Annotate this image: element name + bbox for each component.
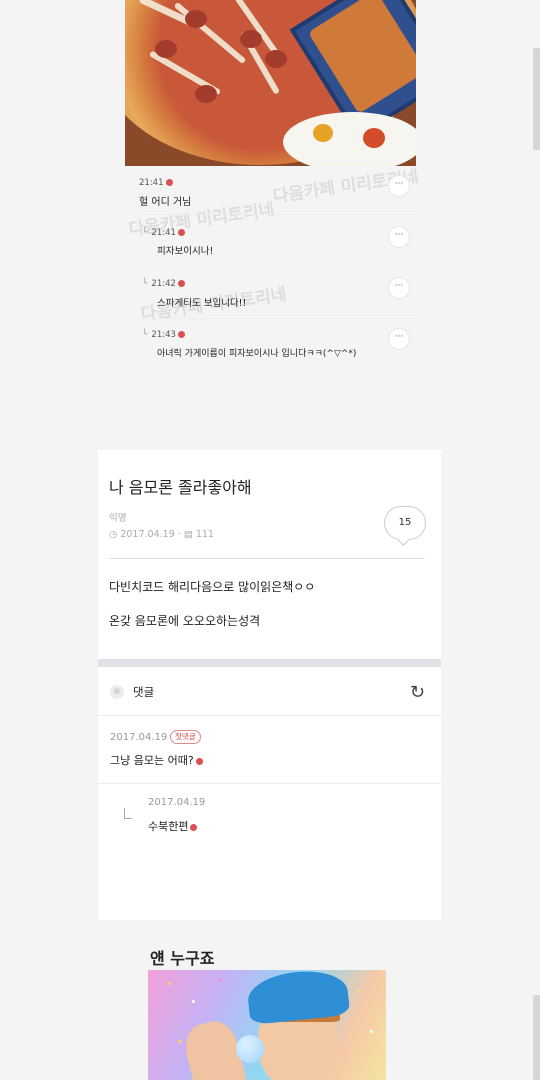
new-icon	[165, 179, 173, 186]
views-icon: ▤	[183, 529, 193, 540]
comment-time: 21:41	[139, 178, 164, 188]
reply-arrow-icon: └	[142, 279, 148, 289]
post-card: 나 음모론 졸라좋아해 익명 ◷ 2017.04.19 · ▤ 111 15 다…	[98, 450, 441, 920]
comment-text: 스파게티도 보입니다!!	[157, 298, 247, 309]
bubble-gum	[236, 1035, 264, 1063]
comment-time: 21:41	[151, 228, 176, 238]
user-icon	[110, 685, 124, 699]
new-icon	[177, 331, 185, 338]
section-divider	[98, 659, 441, 667]
new-icon	[177, 229, 185, 236]
comment-item: └ 21:42	[142, 278, 185, 289]
new-icon	[177, 280, 185, 287]
post-date: 2017.04.19	[120, 529, 175, 540]
plate	[283, 112, 416, 166]
comment-body: 그냥 음모는 어때?	[110, 754, 194, 767]
scrollbar[interactable]	[533, 48, 540, 150]
pizza-photo	[125, 0, 416, 166]
comment-item: 21:41	[139, 177, 173, 188]
question-title: 얜 누구죠	[150, 949, 215, 968]
post-meta: ◷ 2017.04.19 · ▤ 111	[109, 529, 214, 540]
comment-text: 헐 어디 거님	[139, 197, 192, 208]
clock-icon: ◷	[109, 529, 118, 540]
comment-text: 그냥 음모는 어때?	[110, 752, 203, 768]
comment-item: └ 21:41	[142, 227, 185, 238]
reply-arrow-icon: └	[142, 228, 148, 238]
comment-count: 15	[398, 517, 412, 528]
comment-time: 21:42	[151, 279, 176, 289]
reply-arrow-icon	[124, 808, 132, 819]
comment-text: 아녀릭 가게이름이 피자보이시나 입니다ㅋㅋ(^▽^*)	[157, 349, 357, 359]
more-button[interactable]: ···	[388, 226, 410, 248]
post-title: 나 음모론 졸라좋아해	[109, 478, 252, 497]
comment-date: 2017.04.19	[110, 732, 168, 743]
post-body-line: 온갖 음모론에 오오오하는성격	[109, 614, 261, 628]
comment-count-button[interactable]: 15	[384, 506, 426, 540]
new-icon	[195, 757, 203, 765]
comments-header: 댓글	[133, 685, 155, 699]
scrollbar[interactable]	[533, 995, 540, 1080]
meta-separator: ·	[177, 529, 181, 540]
comment-date: 2017.04.19	[148, 797, 206, 808]
new-icon	[190, 823, 198, 831]
reply-arrow-icon: └	[142, 330, 148, 340]
comment-item: └ 21:43	[142, 329, 185, 340]
comment-text: 피자보이시나!	[157, 246, 214, 257]
more-button[interactable]: ···	[388, 175, 410, 197]
post-views: 111	[195, 529, 214, 540]
comment-body: 수북한편	[148, 820, 189, 833]
refresh-icon[interactable]: ↻	[410, 682, 425, 703]
first-comment-badge: 첫댓글	[170, 730, 201, 744]
comment-time: 21:43	[151, 330, 176, 340]
post-body-line: 다빈치코드 해리다음으로 많이읽은책ㅇㅇ	[109, 580, 316, 594]
post-author: 익명	[109, 513, 127, 524]
person-photo	[148, 970, 386, 1080]
more-button[interactable]: ···	[388, 328, 410, 350]
comment-text: 수북한편	[148, 818, 198, 834]
more-button[interactable]: ···	[388, 277, 410, 299]
